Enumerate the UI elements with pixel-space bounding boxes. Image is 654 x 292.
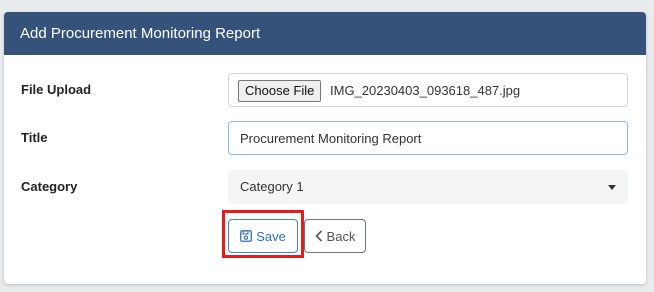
save-button[interactable]: Save bbox=[228, 219, 298, 253]
category-label: Category bbox=[21, 179, 78, 194]
save-button-label: Save bbox=[256, 228, 286, 244]
back-button-label: Back bbox=[326, 228, 356, 244]
caret-down-icon bbox=[608, 185, 616, 190]
title-row: Title bbox=[4, 121, 646, 155]
title-input[interactable] bbox=[228, 121, 628, 155]
title-label: Title bbox=[21, 130, 48, 145]
report-form-card: Add Procurement Monitoring Report File U… bbox=[4, 12, 646, 284]
card-title: Add Procurement Monitoring Report bbox=[4, 12, 646, 55]
selected-file-name: IMG_20230403_093618_487.jpg bbox=[330, 83, 521, 98]
file-upload-row: File Upload Choose File IMG_20230403_093… bbox=[4, 73, 646, 107]
category-select[interactable]: Category 1 bbox=[228, 170, 628, 204]
category-row: Category Category 1 bbox=[4, 170, 646, 204]
file-upload-label: File Upload bbox=[21, 82, 92, 97]
choose-file-button[interactable]: Choose File bbox=[238, 80, 322, 102]
category-selected-value: Category 1 bbox=[240, 179, 304, 194]
chevron-left-icon bbox=[314, 230, 322, 242]
floppy-disk-icon bbox=[240, 230, 253, 242]
file-upload-input[interactable]: Choose File IMG_20230403_093618_487.jpg bbox=[228, 73, 628, 107]
back-button[interactable]: Back bbox=[304, 219, 366, 253]
